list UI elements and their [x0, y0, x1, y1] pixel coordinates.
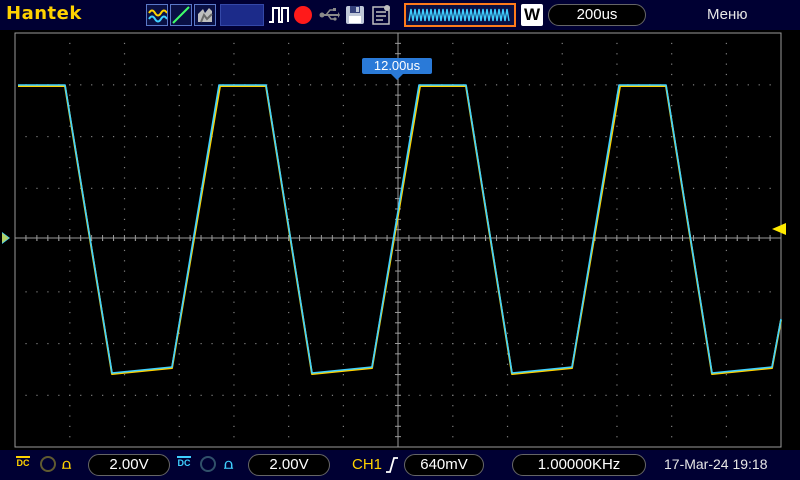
acquire-mode-icon[interactable] — [146, 4, 168, 26]
trigger-mode-icon[interactable] — [170, 4, 192, 26]
frequency-counter: 1.00000KHz — [512, 454, 646, 476]
memory-waveform-overview[interactable] — [404, 3, 516, 27]
top-toolbar: Hantek W 200us Меню — [0, 0, 800, 30]
ch2-probe-icon — [200, 456, 216, 472]
ch1-volts-div[interactable]: 2.00V — [88, 454, 170, 476]
ch2-waveform — [18, 84, 782, 374]
ch2-volts-div[interactable]: 2.00V — [248, 454, 330, 476]
rising-edge-icon[interactable] — [385, 456, 399, 474]
trigger-source[interactable]: CH1 — [352, 456, 382, 473]
ch2-coupling-icon[interactable]: DC — [175, 455, 193, 475]
ch1-bandwidth-icon: ⩍ — [62, 456, 72, 472]
ch1-coupling-icon[interactable]: DC — [14, 455, 32, 475]
timebase-display[interactable]: 200us — [548, 4, 646, 26]
ch2-bandwidth-icon: ⩍ — [224, 456, 234, 472]
usb-icon[interactable] — [318, 4, 340, 26]
trigger-position-readout[interactable]: 12.00us — [362, 58, 432, 74]
ch1-probe-icon — [40, 456, 56, 472]
pulse-icon[interactable] — [268, 4, 290, 26]
graticule — [2, 32, 786, 448]
display-mode-icon[interactable] — [194, 4, 216, 26]
brand-logo: Hantek — [6, 3, 82, 24]
record-icon[interactable] — [294, 6, 312, 24]
waveform-display[interactable]: 12.00us — [0, 30, 800, 450]
save-icon[interactable] — [344, 4, 366, 26]
bottom-status-bar: DC ⩍ 2.00V DC ⩍ 2.00V CH1 640mV 1.00000K… — [0, 450, 800, 480]
config-icon[interactable] — [370, 4, 392, 26]
trigger-position-arrow-icon — [391, 74, 403, 80]
date-time: 17-Mar-24 19:18 — [664, 456, 768, 472]
trigger-level[interactable]: 640mV — [404, 454, 484, 476]
run-mode-badge[interactable]: W — [521, 4, 543, 26]
menu-button[interactable]: Меню — [707, 6, 748, 23]
trigger-level-marker[interactable] — [772, 223, 786, 235]
status-indicator — [220, 4, 264, 26]
